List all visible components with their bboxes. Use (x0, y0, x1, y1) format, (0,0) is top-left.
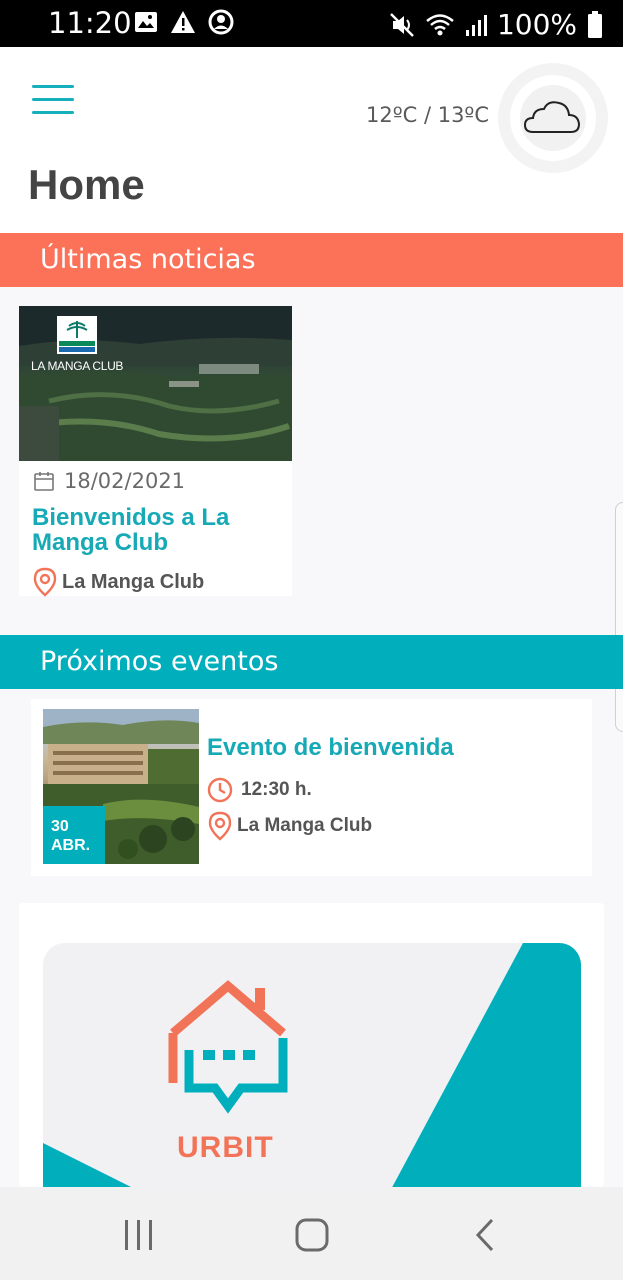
cloud-icon (523, 101, 581, 133)
temperature-range: 12ºC / 13ºC (366, 103, 489, 127)
calendar-icon (34, 472, 54, 491)
hamburger-line (32, 111, 74, 114)
news-location: La Manga Club (62, 570, 205, 593)
event-time-row: 12:30 h. (207, 777, 312, 803)
signal-icon (465, 14, 487, 36)
back-icon[interactable] (462, 1215, 512, 1255)
page-title: Home (28, 161, 145, 208)
system-navigation-bar (0, 1187, 623, 1280)
news-card[interactable]: LA MANGA CLUB 18/02/2021 Bienvenidos a L… (19, 306, 292, 597)
hamburger-line (32, 85, 74, 88)
battery-icon (588, 10, 602, 38)
urbit-brand-name: URBIT (177, 1131, 274, 1164)
event-day: 30 (51, 818, 69, 835)
news-section-header: Últimas noticias (0, 233, 623, 287)
event-location: La Manga Club (237, 815, 373, 836)
event-image: 30 ABR. (43, 709, 199, 864)
location-pin-icon (33, 567, 57, 597)
event-title[interactable]: Evento de bienvenida (207, 734, 454, 762)
la-manga-club-logo (57, 316, 97, 354)
news-image-caption: LA MANGA CLUB (31, 359, 124, 373)
event-month: ABR. (51, 837, 91, 854)
recent-apps-icon[interactable] (114, 1215, 164, 1255)
event-time: 12:30 h. (241, 779, 312, 800)
news-date-row: 18/02/2021 (34, 469, 185, 493)
hamburger-line (32, 98, 74, 101)
event-date-badge: 30 ABR. (43, 806, 105, 864)
mute-icon (390, 12, 414, 37)
app-header: 12ºC / 13ºC Home (0, 47, 623, 233)
edge-panel-handle[interactable] (615, 502, 623, 732)
status-time: 11:20 (48, 6, 132, 40)
banner-shapes (43, 943, 581, 1187)
home-icon[interactable] (287, 1215, 337, 1255)
news-title[interactable]: Bienvenidos a La Manga Club (32, 505, 282, 555)
news-date: 18/02/2021 (64, 469, 186, 493)
event-location-row: La Manga Club (207, 811, 372, 841)
warning-icon (171, 11, 195, 33)
promo-banner[interactable]: URBIT (19, 903, 604, 1187)
image-icon (135, 12, 157, 32)
status-icons-left (134, 9, 234, 35)
urbit-logo-icon (168, 980, 288, 1114)
promo-banner-inner: URBIT (43, 943, 581, 1187)
battery-level: 100% (496, 8, 577, 41)
location-pin-icon (208, 811, 232, 841)
wifi-icon (426, 13, 454, 35)
weather-icon-container (520, 85, 586, 151)
news-image: LA MANGA CLUB (19, 306, 292, 461)
news-location-row: La Manga Club (32, 567, 204, 597)
weather-widget[interactable] (498, 63, 608, 173)
events-section-header: Próximos eventos (0, 635, 623, 689)
menu-button[interactable] (32, 85, 76, 119)
status-icons-right: 100% (389, 8, 603, 41)
event-card[interactable]: 30 ABR. Evento de bienvenida 12:30 h. La… (31, 699, 592, 876)
clock-icon (207, 777, 233, 803)
status-bar: 11:20 100% (0, 0, 623, 47)
account-icon (208, 9, 234, 35)
